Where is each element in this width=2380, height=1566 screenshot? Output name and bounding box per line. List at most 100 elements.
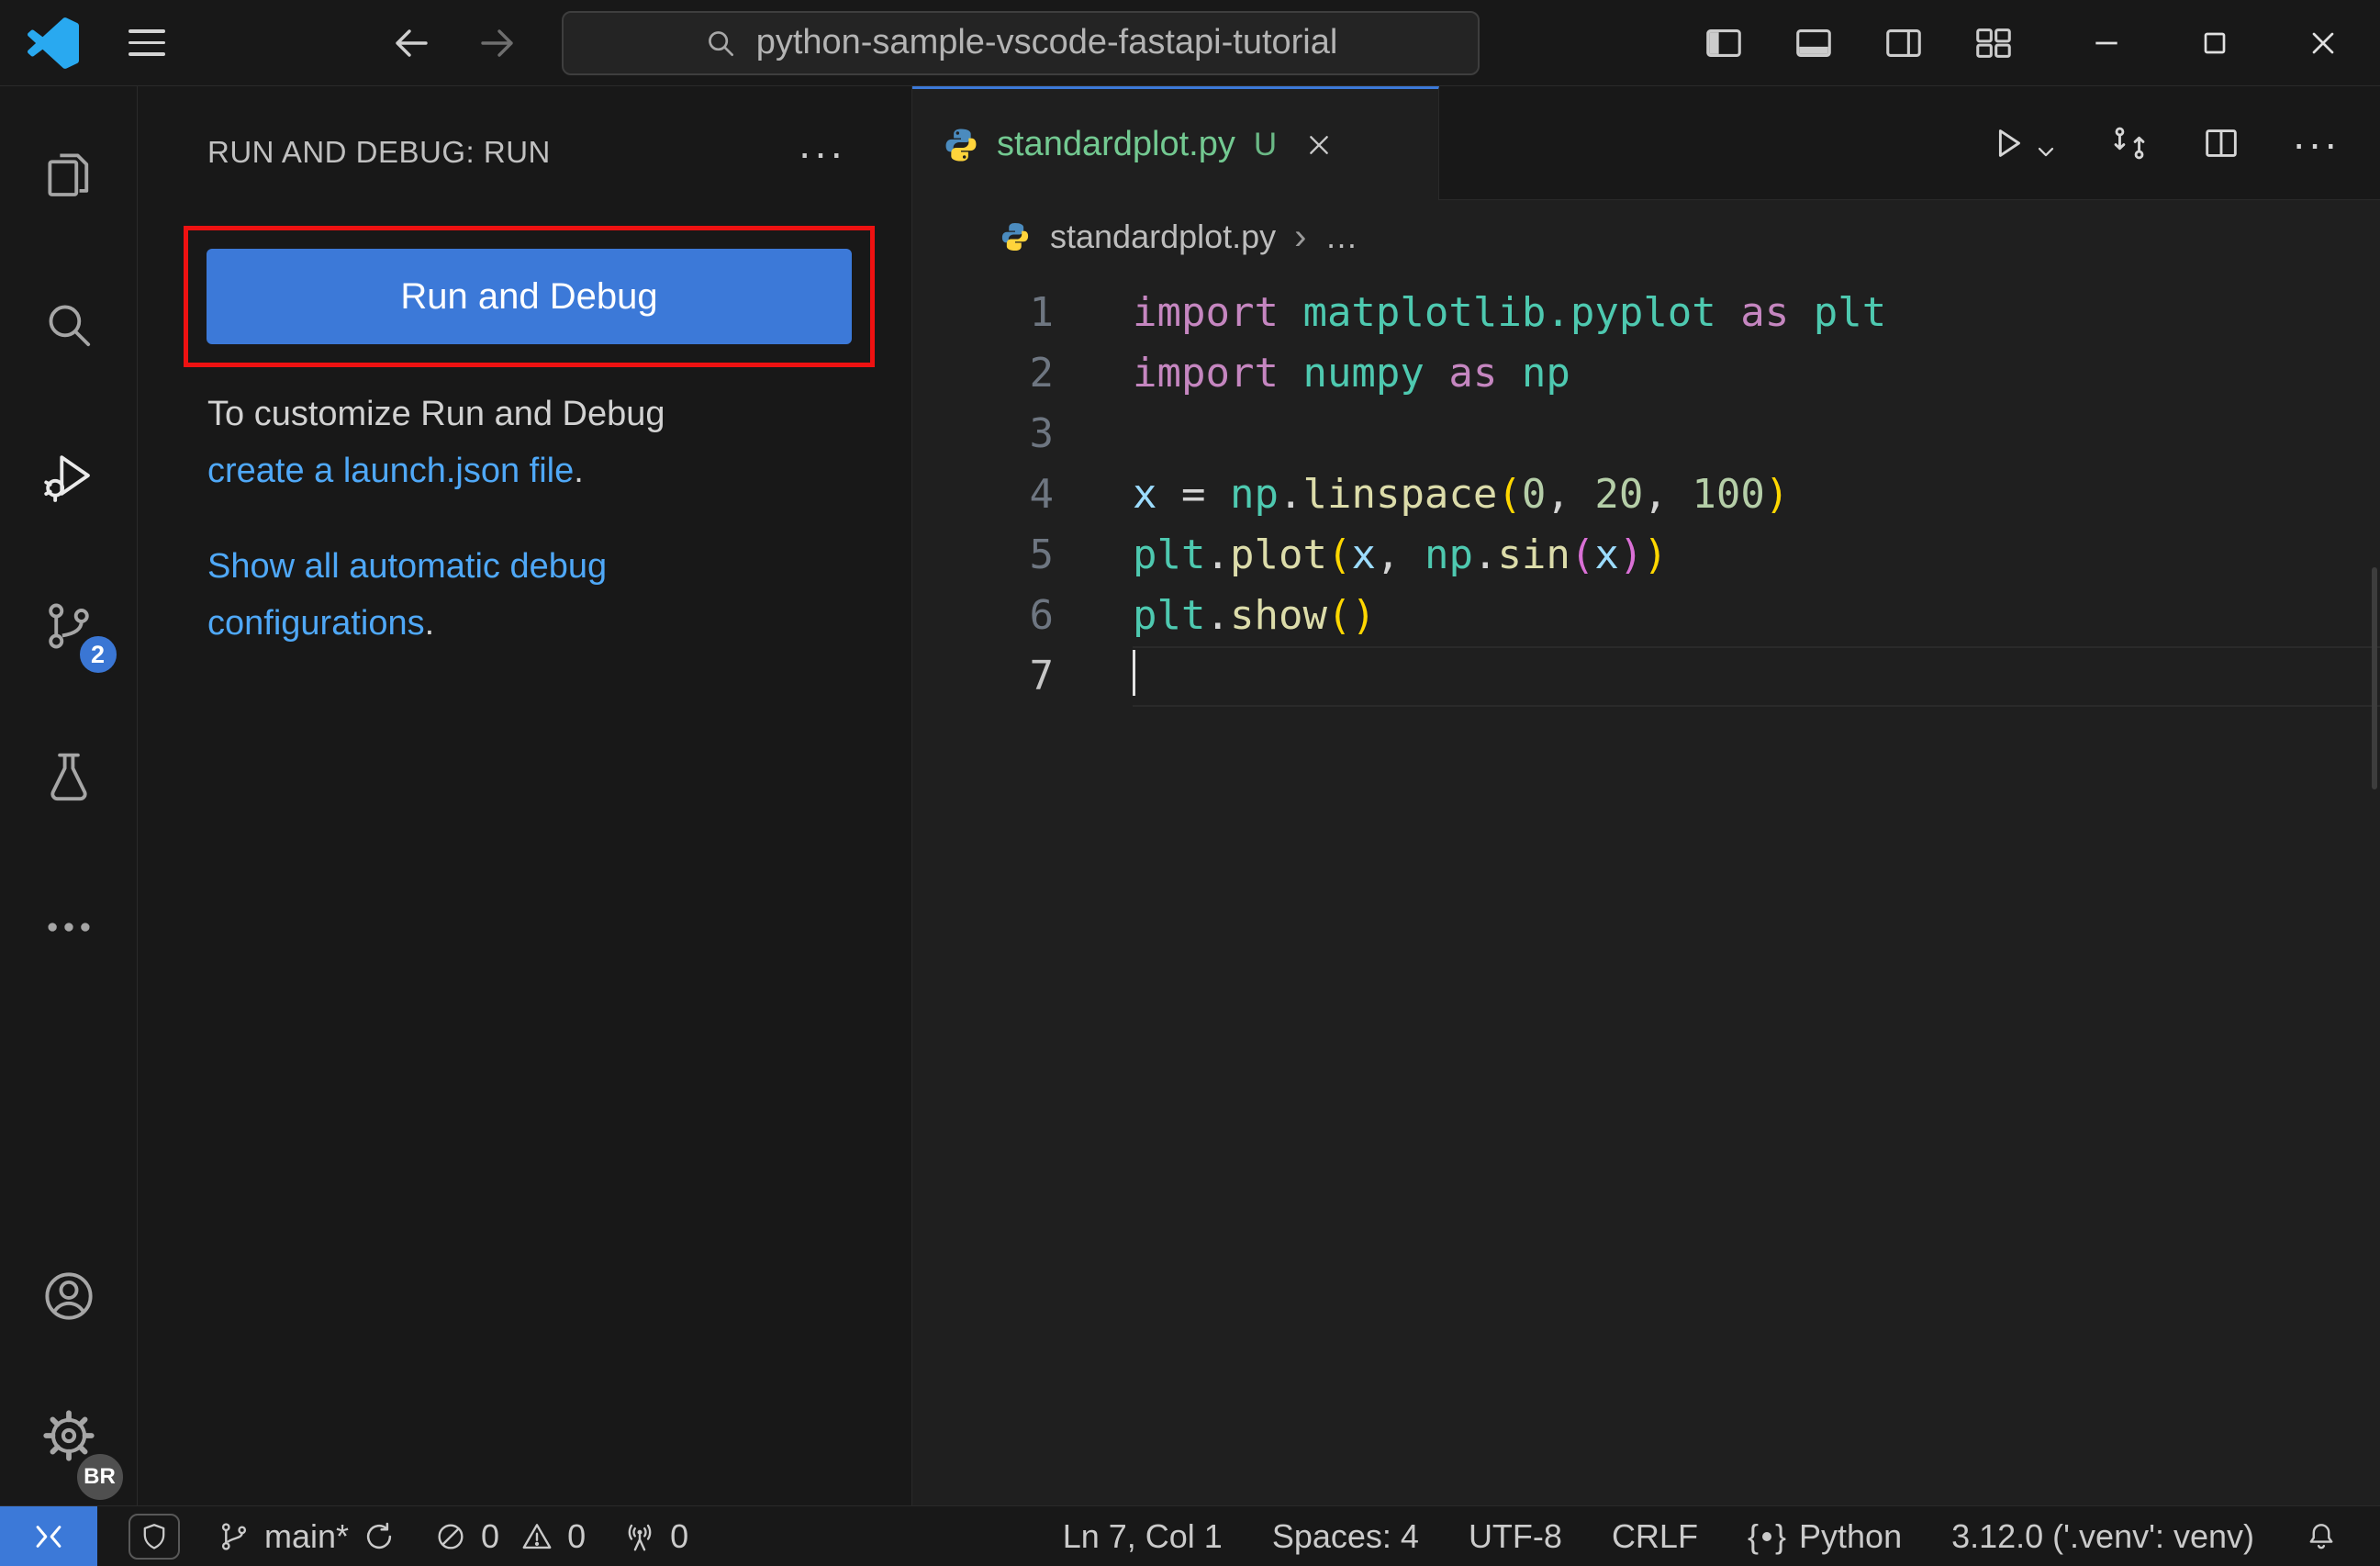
more-icon <box>47 923 90 932</box>
scrollbar-thumb[interactable] <box>2372 567 2377 789</box>
vscode-logo-icon <box>28 17 79 69</box>
line-numbers: 1 2 3 4 5 6 7 <box>912 283 1055 1505</box>
red-annotation-rectangle: Run and Debug <box>184 226 875 367</box>
title-bar-left <box>0 17 165 69</box>
code-editor[interactable]: 1 2 3 4 5 6 7 import matplotlib.pyplot as plt i… <box>912 274 2380 1505</box>
auto-debug-link[interactable]: Show all automatic debug configurations <box>207 547 607 643</box>
open-changes-icon[interactable] <box>2108 122 2151 164</box>
breadcrumb: standardplot.py › … <box>912 200 2380 274</box>
auto-debug-period: . <box>424 604 435 643</box>
auto-debug-text: Show all automatic debug configurations. <box>207 538 842 652</box>
code-line[interactable]: plt.plot(x, np.sin(x)) <box>1133 525 2380 586</box>
sidebar-item-explorer[interactable] <box>0 99 138 250</box>
title-bar: python-sample-vscode-fastapi-tutorial <box>0 0 2380 86</box>
branch-icon <box>221 1522 247 1550</box>
line-number: 4 <box>1029 471 1055 518</box>
source-control-badge: 2 <box>76 633 119 676</box>
window-controls <box>2088 25 2341 62</box>
branch-name: main* <box>264 1516 350 1555</box>
encoding-item[interactable]: UTF-8 <box>1444 1506 1587 1566</box>
indentation-item[interactable]: Spaces: 4 <box>1247 1506 1444 1566</box>
sidebar-item-run-and-debug[interactable] <box>0 400 138 551</box>
breadcrumb-file[interactable]: standardplot.py <box>1050 218 1276 256</box>
tab-label: standardplot.py <box>997 125 1235 163</box>
shield-icon <box>128 1513 180 1560</box>
language-mode-item[interactable]: {} Python <box>1723 1506 1927 1566</box>
explorer-icon <box>47 153 88 196</box>
menu-icon[interactable] <box>128 29 165 56</box>
code-line[interactable]: import matplotlib.pyplot as plt <box>1133 283 2380 343</box>
sidebar-item-more[interactable] <box>0 852 138 1002</box>
split-editor-icon[interactable] <box>2200 122 2242 164</box>
run-and-debug-button[interactable]: Run and Debug <box>207 249 852 344</box>
error-count: 0 <box>481 1516 500 1555</box>
eol-item[interactable]: CRLF <box>1587 1506 1723 1566</box>
sidebar-item-source-control[interactable]: 2 <box>0 551 138 701</box>
minimize-icon[interactable] <box>2088 25 2125 62</box>
status-bar-right: Ln 7, Col 1 Spaces: 4 UTF-8 CRLF {} Pyth… <box>1038 1506 2380 1566</box>
run-icon <box>1998 129 2020 157</box>
braces-icon: {} <box>1747 1516 1787 1555</box>
ports-count: 0 <box>670 1516 689 1555</box>
line-number: 5 <box>1029 531 1055 578</box>
run-and-debug-panel: RUN AND DEBUG: RUN ··· Run and Debug To … <box>138 86 912 1505</box>
settings-button[interactable]: BR <box>0 1366 138 1505</box>
customize-period: . <box>574 452 584 490</box>
launch-json-link[interactable]: create a launch.json file <box>207 452 574 490</box>
remote-indicator[interactable] <box>0 1506 97 1566</box>
close-icon[interactable] <box>2305 25 2341 62</box>
toggle-panel-icon[interactable] <box>1793 22 1835 64</box>
toggle-secondary-sidebar-icon[interactable] <box>1883 22 1925 64</box>
code-line[interactable]: import numpy as np <box>1133 343 2380 404</box>
account-icon <box>44 1272 93 1320</box>
maximize-icon[interactable] <box>2196 25 2233 62</box>
breadcrumb-more[interactable]: … <box>1325 218 1358 256</box>
tab-close-icon[interactable] <box>1304 130 1334 160</box>
activity-bar: 2 BR <box>0 86 138 1505</box>
workspace-trust-button[interactable] <box>110 1506 198 1566</box>
account-button[interactable] <box>0 1226 138 1366</box>
line-number: 2 <box>1029 350 1055 397</box>
git-branch-item[interactable]: main* <box>198 1506 415 1566</box>
editor-group: standardplot.py U ··· standardplot.py › … <box>912 86 2380 1505</box>
code-line[interactable] <box>1133 646 2380 707</box>
code-line[interactable]: plt.show() <box>1133 586 2380 646</box>
toggle-primary-sidebar-icon[interactable] <box>1703 22 1745 64</box>
back-arrow-icon[interactable] <box>389 21 433 65</box>
bell-icon <box>2309 1523 2333 1549</box>
python-file-icon <box>942 126 980 164</box>
code-line[interactable] <box>1133 404 2380 464</box>
line-number: 7 <box>1029 653 1055 699</box>
untracked-indicator: U <box>1253 126 1278 162</box>
python-interpreter-item[interactable]: 3.12.0 ('.venv': venv) <box>1927 1506 2279 1566</box>
customize-layout-icon[interactable] <box>1972 22 2015 64</box>
forward-arrow-icon[interactable] <box>475 21 520 65</box>
notifications-button[interactable] <box>2279 1506 2363 1566</box>
command-center-search[interactable]: python-sample-vscode-fastapi-tutorial <box>561 10 1480 75</box>
language-name: Python <box>1799 1516 1903 1555</box>
line-number: 6 <box>1029 592 1055 639</box>
panel-header: RUN AND DEBUG: RUN ··· <box>138 86 911 173</box>
editor-more-icon[interactable]: ··· <box>2292 122 2340 164</box>
code-line[interactable]: x = np.linspace(0, 20, 100) <box>1133 464 2380 525</box>
sidebar-item-testing[interactable] <box>0 701 138 852</box>
warnings-icon <box>522 1523 552 1549</box>
run-dropdown-chevron-icon[interactable] <box>2033 139 2059 164</box>
problems-item[interactable]: 0 0 <box>415 1506 604 1566</box>
editor-actions: ··· <box>1987 86 2380 199</box>
search-text: python-sample-vscode-fastapi-tutorial <box>755 23 1338 62</box>
cursor-position-item[interactable]: Ln 7, Col 1 <box>1038 1506 1247 1566</box>
panel-more-icon[interactable]: ··· <box>798 131 845 173</box>
customize-hint-text: To customize Run and Debug create a laun… <box>207 386 842 499</box>
search-icon <box>708 30 733 56</box>
sync-icon <box>366 1522 392 1549</box>
title-bar-center: python-sample-vscode-fastapi-tutorial <box>165 10 1703 75</box>
tab-standardplot[interactable]: standardplot.py U <box>912 86 1439 200</box>
line-number: 3 <box>1029 410 1055 457</box>
customize-hint-line1: To customize Run and Debug <box>207 395 665 433</box>
line-number: 1 <box>1029 289 1055 336</box>
panel-title: RUN AND DEBUG: RUN <box>207 135 551 169</box>
ports-item[interactable]: 0 <box>604 1506 707 1566</box>
sidebar-item-search[interactable] <box>0 250 138 400</box>
run-python-file-button[interactable] <box>1987 122 2059 164</box>
